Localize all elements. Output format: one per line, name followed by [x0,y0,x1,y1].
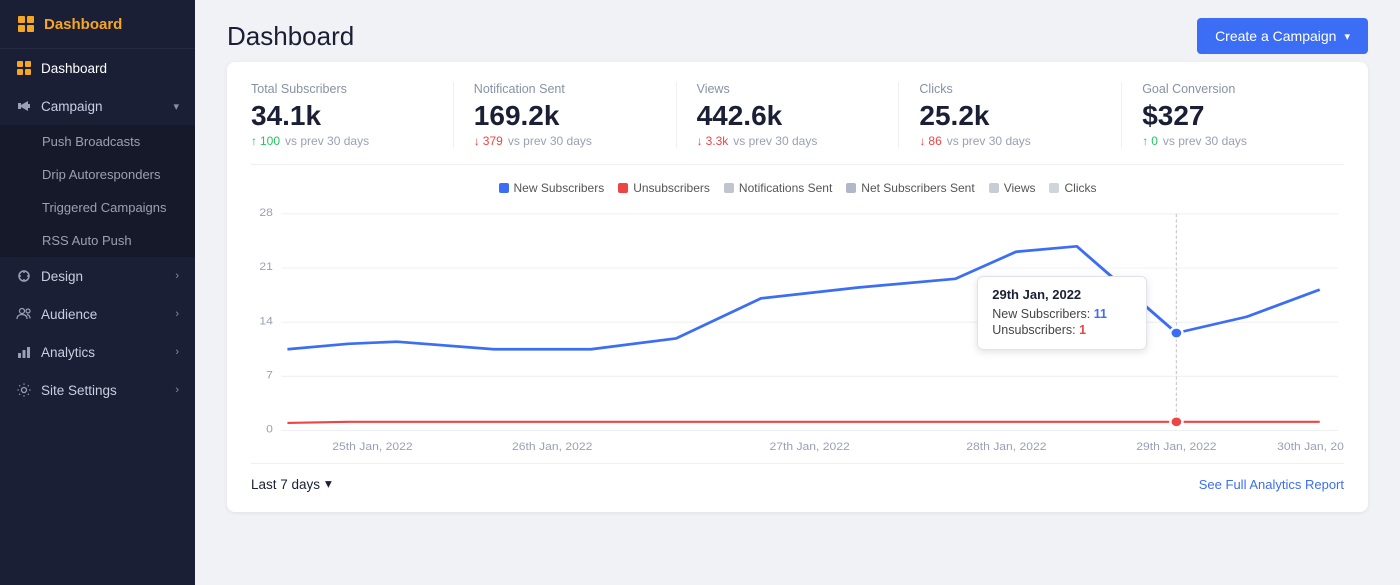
chart-legend: New Subscribers Unsubscribers Notificati… [251,181,1344,195]
legend-unsubscribers: Unsubscribers [618,181,710,195]
arrow-up-0: ↑ [251,134,257,148]
blue-line [287,246,1319,349]
analytics-chevron: › [175,346,179,358]
sidebar: Dashboard Dashboard Campaign ▾ Push Broa… [0,0,195,585]
svg-text:28th Jan, 2022: 28th Jan, 2022 [966,442,1046,453]
svg-text:28: 28 [259,208,273,219]
dashboard-icon [16,60,32,76]
legend-dot-unsubscribers [618,183,628,193]
main-content: Dashboard Create a Campaign ▾ Total Subs… [195,0,1400,585]
stats-row: Total Subscribers 34.1k ↑ 100 vs prev 30… [251,82,1344,165]
site-settings-label: Site Settings [41,383,117,398]
sidebar-item-site-settings[interactable]: Site Settings › [0,371,195,409]
analytics-icon [16,344,32,360]
chart-area: 28 21 14 7 0 25th Jan, 2022 26th Jan, 20… [251,203,1344,463]
audience-label: Audience [41,307,97,322]
site-settings-chevron: › [175,384,179,396]
stat-views: Views 442.6k ↓ 3.3k vs prev 30 days [677,82,900,148]
legend-net-subscribers-sent: Net Subscribers Sent [846,181,974,195]
sidebar-item-analytics[interactable]: Analytics › [0,333,195,371]
arrow-down-3: ↓ [919,134,925,148]
legend-dot-views [989,183,999,193]
legend-dot-net-subscribers-sent [846,183,856,193]
svg-text:27th Jan, 2022: 27th Jan, 2022 [769,442,849,453]
svg-text:26th Jan, 2022: 26th Jan, 2022 [512,442,592,453]
campaign-submenu: Push Broadcasts Drip Autoresponders Trig… [0,125,195,257]
chart-svg: 28 21 14 7 0 25th Jan, 2022 26th Jan, 20… [251,203,1344,463]
stat-clicks: Clicks 25.2k ↓ 86 vs prev 30 days [899,82,1122,148]
bottom-bar: Last 7 days ▾ See Full Analytics Report [251,463,1344,492]
campaign-label: Campaign [41,99,103,114]
stat-change-2: ↓ 3.3k vs prev 30 days [697,134,879,148]
sidebar-item-dashboard[interactable]: Dashboard [0,49,195,87]
stat-change-4: ↑ 0 vs prev 30 days [1142,134,1324,148]
legend-dot-clicks [1049,183,1059,193]
stat-goal-conversion: Goal Conversion $327 ↑ 0 vs prev 30 days [1122,82,1344,148]
blue-dot [1170,328,1182,339]
arrow-down-2: ↓ [697,134,703,148]
sidebar-item-drip-autoresponders[interactable]: Drip Autoresponders [0,158,195,191]
red-line [287,422,1319,423]
sidebar-item-rss-auto-push[interactable]: RSS Auto Push [0,224,195,257]
svg-text:14: 14 [259,316,273,327]
svg-text:29th Jan, 2022: 29th Jan, 2022 [1136,442,1216,453]
settings-icon [16,382,32,398]
sidebar-item-audience[interactable]: Audience › [0,295,195,333]
stat-change-0: ↑ 100 vs prev 30 days [251,134,433,148]
stat-total-subscribers: Total Subscribers 34.1k ↑ 100 vs prev 30… [251,82,454,148]
svg-text:30th Jan, 2022: 30th Jan, 2022 [1277,442,1344,453]
create-campaign-button[interactable]: Create a Campaign ▾ [1197,18,1368,54]
arrow-up-4: ↑ [1142,134,1148,148]
page-title: Dashboard [227,21,354,52]
stat-change-1: ↓ 379 vs prev 30 days [474,134,656,148]
sidebar-item-campaign[interactable]: Campaign ▾ [0,87,195,125]
create-btn-chevron: ▾ [1344,30,1350,43]
svg-text:7: 7 [266,370,273,381]
see-full-analytics-link[interactable]: See Full Analytics Report [1199,477,1344,492]
design-chevron: › [175,270,179,282]
legend-new-subscribers: New Subscribers [499,181,605,195]
arrow-down-1: ↓ [474,134,480,148]
dashboard-label: Dashboard [41,61,107,76]
sidebar-item-design[interactable]: Design › [0,257,195,295]
design-label: Design [41,269,83,284]
campaign-icon [16,98,32,114]
sidebar-logo[interactable]: Dashboard [0,0,195,49]
top-bar: Dashboard Create a Campaign ▾ [195,0,1400,62]
legend-dot-new-subscribers [499,183,509,193]
date-filter-chevron: ▾ [325,476,332,492]
logo-icon [16,14,36,34]
svg-text:25th Jan, 2022: 25th Jan, 2022 [332,442,412,453]
date-filter-button[interactable]: Last 7 days ▾ [251,476,332,492]
campaign-chevron: ▾ [173,100,179,113]
stat-change-3: ↓ 86 vs prev 30 days [919,134,1101,148]
audience-chevron: › [175,308,179,320]
dashboard-card: Total Subscribers 34.1k ↑ 100 vs prev 30… [227,62,1368,512]
design-icon [16,268,32,284]
svg-text:21: 21 [259,262,273,273]
stat-notification-sent: Notification Sent 169.2k ↓ 379 vs prev 3… [454,82,677,148]
sidebar-item-push-broadcasts[interactable]: Push Broadcasts [0,125,195,158]
svg-text:0: 0 [266,424,273,435]
legend-notifications-sent: Notifications Sent [724,181,832,195]
legend-dot-notifications-sent [724,183,734,193]
logo-text: Dashboard [44,16,122,33]
sidebar-item-triggered-campaigns[interactable]: Triggered Campaigns [0,191,195,224]
legend-views: Views [989,181,1036,195]
analytics-label: Analytics [41,345,95,360]
red-dot [1170,416,1182,427]
audience-icon [16,306,32,322]
legend-clicks: Clicks [1049,181,1096,195]
